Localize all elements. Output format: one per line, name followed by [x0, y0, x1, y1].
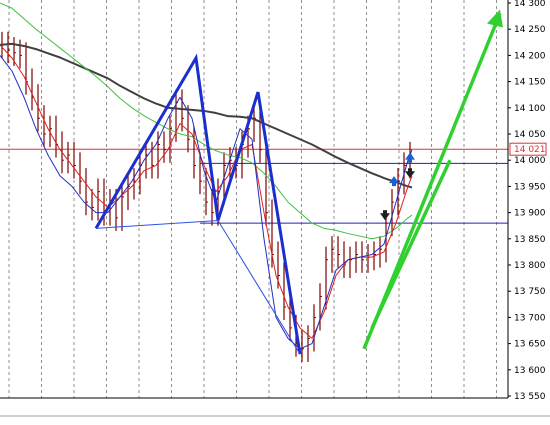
y-tick-label: 13 800	[514, 261, 546, 271]
y-tick-label: 14 150	[514, 78, 546, 88]
y-tick-label: 14 200	[514, 51, 546, 61]
y-tick-label: 14 300	[514, 0, 546, 9]
y-tick-label: 13 950	[514, 182, 546, 192]
price-chart: 13 550 13 600 13 650 13 700 13 750 13 800 13 8…	[0, 0, 550, 421]
y-tick-label: 13 550	[514, 392, 546, 402]
y-tick-label: 13 600	[514, 366, 546, 376]
chart-container: 13 550 13 600 13 650 13 700 13 750 13 800 13 8…	[0, 0, 550, 421]
y-tick-label: 14 000	[514, 156, 546, 166]
y-tick-label: 13 850	[514, 235, 546, 245]
y-tick-label: 14 050	[514, 130, 546, 140]
current-price-badge: 14 021	[509, 142, 547, 156]
y-tick-label: 13 750	[514, 287, 546, 297]
current-price-label: 14 021	[514, 145, 546, 155]
y-tick-label: 13 700	[514, 313, 546, 323]
y-tick-label: 13 900	[514, 209, 546, 219]
y-tick-label: 14 100	[514, 104, 546, 114]
y-tick-label: 14 250	[514, 25, 546, 35]
y-tick-label: 13 650	[514, 340, 546, 350]
